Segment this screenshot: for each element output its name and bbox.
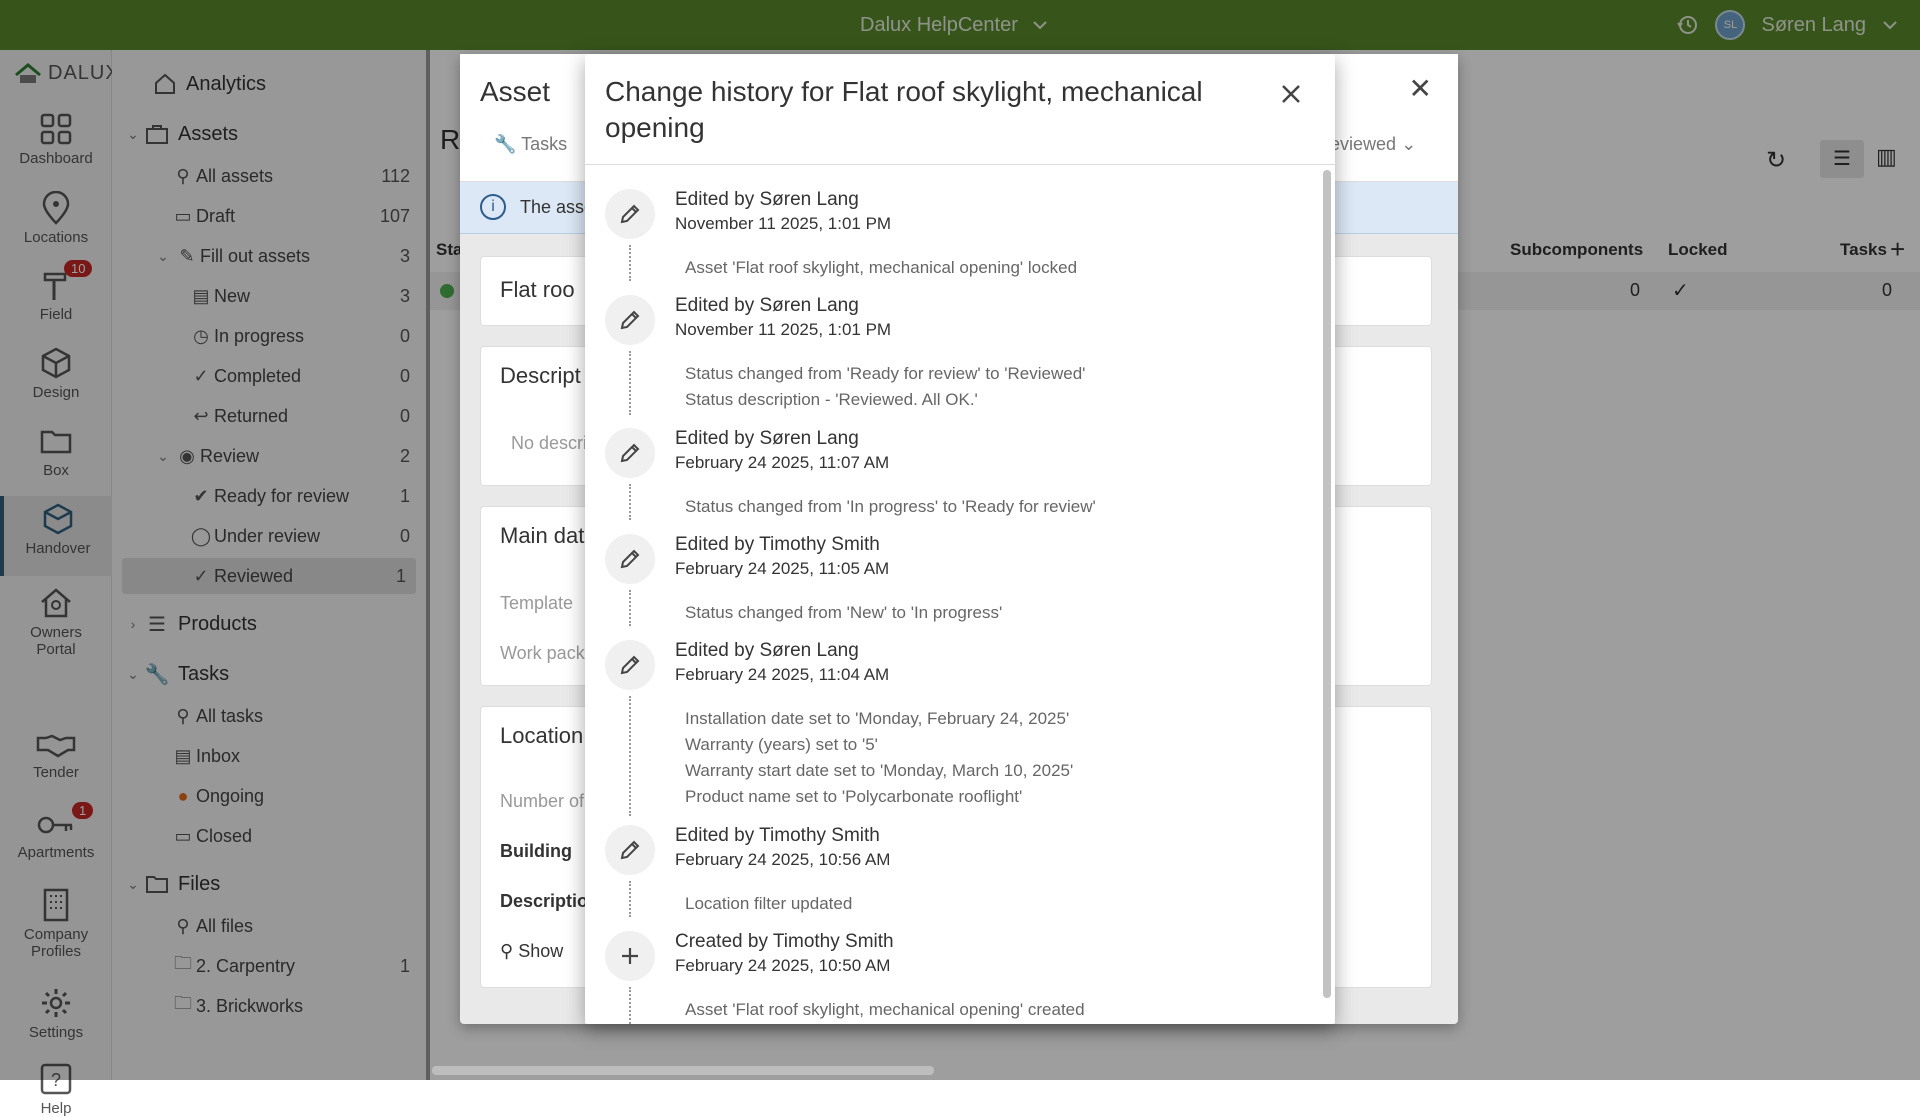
pencil-icon [605,295,655,345]
info-icon: i [480,194,506,220]
status-dropdown[interactable]: eviewed ⌄ [1330,134,1416,155]
timeline-line [629,987,631,1024]
pencil-icon [605,640,655,690]
show-button[interactable]: ⚲ Show [500,941,563,962]
pencil-icon [605,534,655,584]
timeline-line [629,484,631,520]
timeline-line [629,696,631,816]
pencil-icon [605,189,655,239]
wrench-icon: 🔧 [494,134,517,154]
plus-icon [605,931,655,981]
asset-dialog-title: Asset [480,76,551,107]
horizontal-scrollbar[interactable] [432,1066,934,1075]
tab-tasks[interactable]: 🔧 Tasks [494,134,567,155]
pencil-icon [605,825,655,875]
pin-icon: ⚲ [500,941,514,961]
close-icon[interactable]: ✕ [1409,72,1432,105]
scrollbar-thumb[interactable] [1323,170,1331,998]
timeline-line [629,245,631,281]
timeline-line [629,881,631,917]
chevron-down-icon: ⌄ [1401,134,1417,154]
change-history-dialog: Change history for Flat roof skylight, m… [585,54,1335,1024]
timeline-line [629,351,631,415]
vertical-scrollbar[interactable] [1323,170,1331,998]
pencil-icon [605,428,655,478]
close-icon[interactable] [1277,80,1305,108]
history-list: Edited by Søren Lang November 11 2025, 1… [585,165,1320,1024]
timeline-line [629,590,631,626]
dialog-title: Change history for Flat roof skylight, m… [605,76,1203,143]
